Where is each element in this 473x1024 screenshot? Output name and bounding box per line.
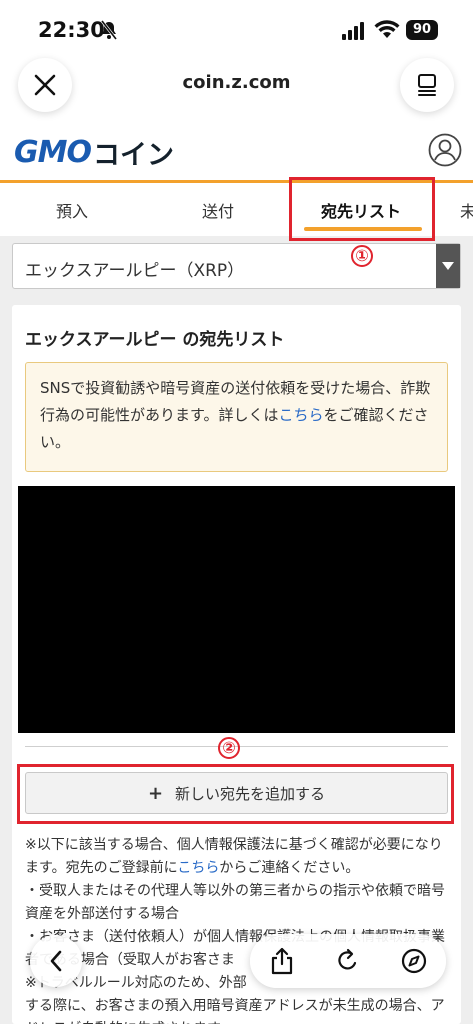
currency-select-value: エックスアールピー（XRP） — [25, 261, 245, 281]
tab-overview-button[interactable] — [400, 58, 454, 112]
card-title: エックスアールピー の宛先リスト — [25, 330, 285, 350]
logo-coin-text: コイン — [92, 139, 174, 171]
account-icon[interactable] — [428, 133, 462, 167]
annotation-badge-2: ② — [218, 737, 240, 759]
notes-text: ※以下に該当する場合、個人情報保護法に基づく確認が必要になります。宛先のご登録前… — [25, 834, 455, 1024]
destination-list-card: エックスアールピー の宛先リスト SNSで投資勧誘や暗号資産の送付依頼を受けた場… — [12, 305, 461, 1024]
tab-overview-icon — [418, 74, 436, 96]
gmo-coin-logo[interactable]: GMO コイン — [14, 134, 174, 171]
notice-link[interactable]: こちら — [279, 406, 324, 424]
cellular-signal-icon — [342, 22, 364, 40]
status-bar: 22:30 90 — [0, 0, 473, 60]
bottom-action-group — [250, 934, 446, 988]
site-header: GMO コイン — [0, 125, 473, 183]
browser-toolbar: coin.z.com — [0, 58, 473, 120]
currency-select[interactable]: エックスアールピー（XRP） — [12, 243, 461, 289]
share-button[interactable] — [268, 947, 296, 975]
tab-more[interactable]: 未 — [460, 198, 473, 222]
reload-button[interactable] — [334, 947, 362, 975]
chevron-down-icon — [442, 262, 454, 270]
compass-button[interactable] — [400, 947, 428, 975]
bell-muted-icon — [100, 20, 118, 40]
reload-icon — [338, 948, 357, 970]
dropdown-arrow — [436, 244, 460, 288]
notes-line-1-end: からご連絡ください。 — [219, 860, 360, 876]
wifi-icon — [374, 20, 400, 38]
logo-gmo-text: GMO — [14, 134, 92, 170]
fraud-warning-notice: SNSで投資勧誘や暗号資産の送付依頼を受けた場合、詐欺行為の可能性があります。詳… — [25, 362, 448, 472]
notes-link[interactable]: こちら — [177, 860, 219, 876]
status-time: 22:30 — [38, 18, 105, 42]
highlight-tab-box — [289, 177, 435, 241]
notes-line-2: ・受取人またはその代理人等以外の第三者からの指示や依頼で暗号資産を外部送付する場… — [25, 883, 445, 922]
annotation-badge-1: ① — [351, 245, 373, 267]
tab-send[interactable]: 送付 — [202, 198, 234, 222]
compass-icon — [401, 948, 427, 974]
battery-indicator: 90 — [406, 20, 438, 40]
back-button[interactable] — [30, 935, 82, 987]
redacted-area — [18, 486, 455, 733]
notes-line-5: する際に、お客さまの預入用暗号資産アドレスが未生成の場合、アドレスが自動的に生成… — [25, 998, 445, 1024]
share-icon — [271, 947, 293, 975]
highlight-add-button-box — [17, 764, 454, 824]
chevron-left-icon — [50, 950, 62, 972]
tab-deposit[interactable]: 預入 — [56, 198, 88, 222]
